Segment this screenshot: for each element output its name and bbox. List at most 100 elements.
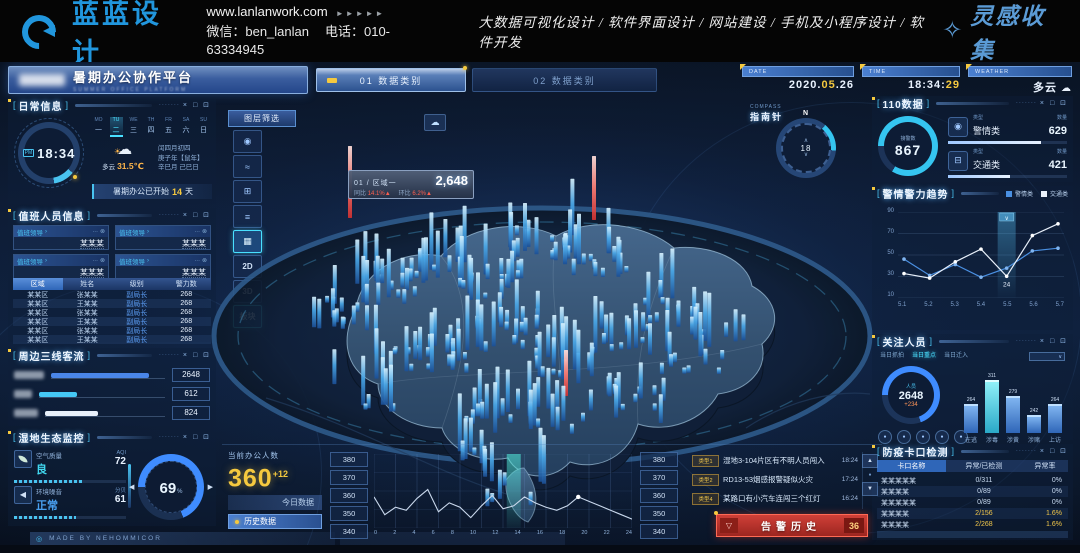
alert-history-button[interactable]: ▽ 告警历史 36 xyxy=(716,514,868,537)
panel-controls[interactable]: × □ ⊡ xyxy=(1040,99,1068,107)
office-count-widget: 当前办公人数 360+12 今日数据 历史数据 xyxy=(228,450,324,529)
panel-focus-persons: [关注人员] ······· × □ ⊡ 当日抓拍 当日重点 当日迁入 人员 2… xyxy=(872,334,1073,440)
active-dot xyxy=(235,520,239,524)
tab-daily-capture[interactable]: 当日抓拍 xyxy=(880,350,904,359)
chevron-down-icon: ∨ xyxy=(804,153,808,158)
date-box: DATE 2020.05.26 xyxy=(742,66,854,94)
history-data-button[interactable]: 历史数据 xyxy=(228,514,322,529)
scroll-down-button[interactable]: ▼ xyxy=(862,482,878,496)
website-link[interactable]: www.lanlanwork.com xyxy=(206,4,327,19)
cloud-icon: ☁ xyxy=(1061,83,1072,94)
brand-logo-icon xyxy=(20,12,58,50)
close-icon[interactable]: ⊗ xyxy=(100,257,105,264)
checkpoint-header: 卡口名称 异常/已检测 异常率 xyxy=(877,460,1068,472)
inspiration-label: 灵感收集 xyxy=(970,0,1060,65)
duty-card[interactable]: 值班领导› ⋯⊗ 某某某 xyxy=(115,254,211,279)
person-icon[interactable]: ● xyxy=(916,430,930,444)
panel-controls[interactable]: × □ ⊡ xyxy=(1040,447,1068,455)
air-quality-row: 空气质量良 AQI72 xyxy=(14,450,126,483)
tab-data-category-2[interactable]: 02 数据类别 xyxy=(472,68,657,92)
occupancy-x-axis: 024681012141618202224 xyxy=(374,530,632,536)
contact-block: www.lanlanwork.com►►►►► 微信：ben_lanlan电话：… xyxy=(206,3,428,59)
alert-count-badge: 36 xyxy=(844,518,864,533)
table-footer-bar xyxy=(877,531,1068,538)
tab-daily-key[interactable]: 当日重点 xyxy=(912,350,936,359)
brand-name: 蓝蓝设计 xyxy=(72,0,182,70)
table-row-warning: 某某某某2/1561.6% xyxy=(877,508,1068,519)
scroll-dot: ● xyxy=(868,472,871,478)
panel-eco-monitor: [湿地生态监控] ······· × □ ⊡ 空气质量良 AQI72 ◀ 环境噪… xyxy=(8,430,216,526)
today-data-button[interactable]: 今日数据 xyxy=(228,495,322,510)
alarm-gauge: 接警数867 xyxy=(878,116,938,176)
platform-subtitle: SUMMER OFFICE PLATFORM xyxy=(73,87,193,93)
week-today: TU二 xyxy=(110,117,123,137)
panel-controls[interactable]: × □ ⊡ xyxy=(1040,337,1068,345)
north-label: N xyxy=(803,110,808,117)
panel-110-data: [110数据] ······· × □ ⊡ 接警数867 ◉ 类型警情类 数量6… xyxy=(872,96,1073,182)
redacted-text xyxy=(19,74,65,86)
scroll-up-button[interactable]: ▲ xyxy=(862,454,878,468)
arrow-left-icon[interactable]: ◀ xyxy=(129,483,134,491)
close-icon[interactable]: ⊗ xyxy=(100,228,105,235)
focus-bar: 264在逃 xyxy=(964,397,979,444)
occupancy-y-axis-right: 380370 360350 340 xyxy=(640,452,678,542)
alert-item[interactable]: 类型2RD13-53烟感报警疑似火灾17:24 xyxy=(692,471,858,488)
time-value: 18:34:29 xyxy=(862,79,960,91)
alert-scroll-controls: ▲ ● ▼ xyxy=(862,454,878,496)
flow-row: 612 xyxy=(14,387,210,400)
focus-bar: 264上访 xyxy=(1048,397,1063,444)
duty-card[interactable]: 值班领导› ⋯⊗ 某某某 xyxy=(13,254,109,279)
trend-x-axis: 5.15.25.3 5.45.55.6 5.7 xyxy=(898,302,1064,308)
tab-data-category-1[interactable]: 01 数据类别 xyxy=(316,68,466,92)
bus-icon: ⊟ xyxy=(948,151,968,171)
date-value: 2020.05.26 xyxy=(742,79,854,91)
category-dropdown[interactable]: ∨ xyxy=(1029,352,1065,361)
svg-text:24: 24 xyxy=(1003,281,1011,288)
duty-card[interactable]: 值班领导› ⋯⊗ 某某某 xyxy=(13,225,109,250)
inspiration-collect[interactable]: ✧ 灵感收集 xyxy=(942,0,1060,65)
cloud-icon: ☁ xyxy=(117,141,132,158)
focus-bar: 311涉毒 xyxy=(985,373,1000,444)
time-box: TIME 18:34:29 xyxy=(862,66,960,94)
bottom-divider xyxy=(222,444,882,445)
speaker-icon: ◀ xyxy=(14,486,32,504)
clock-marker xyxy=(73,175,77,179)
leaf-icon xyxy=(14,450,32,468)
person-icon[interactable]: ● xyxy=(878,430,892,444)
warning-icon: ▽ xyxy=(720,518,738,533)
panel-checkpoint: [防疫卡口检测] ······· × □ ⊡ 卡口名称 异常/已检测 异常率 某… xyxy=(872,444,1073,540)
redacted-label xyxy=(14,409,38,417)
occupancy-y-axis-left: 380370 360350 340 xyxy=(330,452,368,542)
tab-daily-movein[interactable]: 当日迁入 xyxy=(944,350,968,359)
table-row-warning: 某某某某2/2681.6% xyxy=(877,519,1068,530)
trend-plot: ∨ 24 xyxy=(898,212,1064,298)
lunar-calendar: 闰四月初四庚子年【鼠年】辛巳月 己巳日 xyxy=(158,144,204,173)
panel-trend-chart: [警情警力趋势] 警情类 交通类 90 70 50 30 10 ∨24 5.15… xyxy=(872,186,1073,330)
services-text: 大数据可视化设计 / 软件界面设计 / 网站建设 / 手机及小程序设计 / 软件… xyxy=(478,11,928,51)
pm-tag: PM xyxy=(23,149,35,157)
focus-bar: 279涉黄 xyxy=(1006,389,1021,444)
person-icon[interactable]: ● xyxy=(897,430,911,444)
noise-row: ◀ 环境噪音正常 分贝61 xyxy=(14,486,126,519)
person-icon[interactable]: ● xyxy=(935,430,949,444)
camera-icon: ◉ xyxy=(948,117,968,137)
credit-bar: ◎MADE BY NEHOMMICOR xyxy=(30,532,335,545)
date-label: DATE xyxy=(742,66,854,77)
focus-bar-chart: 264在逃311涉毒279涉黄242涉赌264上访 xyxy=(958,364,1068,444)
panel-passenger-flow: [周边三线客流] ······· × □ ⊡ 2648 612 824 xyxy=(8,348,216,426)
arrows-decoration: ►►►►► xyxy=(336,9,386,18)
alarm-type-row: ◉ 类型警情类 数量629 xyxy=(948,114,1067,144)
alert-item[interactable]: 类型4某路口有小汽车连闯三个红灯16:24 xyxy=(692,490,858,507)
map-cloud-icon: ☁ xyxy=(424,114,446,131)
panel-duty-staff: [值班人员信息] ······· × □ ⊡ 值班领导› ⋯⊗ 某某某 值班领导… xyxy=(8,208,216,342)
duty-card[interactable]: 值班领导› ⋯⊗ 某某某 xyxy=(115,225,211,250)
flow-row: 2648 xyxy=(14,368,210,381)
table-row: 某某某某0/890% xyxy=(877,486,1068,497)
compass-widget: COMPASS 指南针 ∧ 18 ∨ N xyxy=(750,104,846,196)
svg-text:∨: ∨ xyxy=(1004,216,1008,222)
redacted-label xyxy=(14,371,44,379)
clock-widget: PM 18:34 xyxy=(14,118,84,188)
time-label: TIME xyxy=(862,66,960,77)
alert-item[interactable]: 类型1湿地3-104片区有不明人员闯入18:24 xyxy=(692,452,858,469)
compass-ring[interactable]: ∧ 18 ∨ xyxy=(776,118,836,178)
